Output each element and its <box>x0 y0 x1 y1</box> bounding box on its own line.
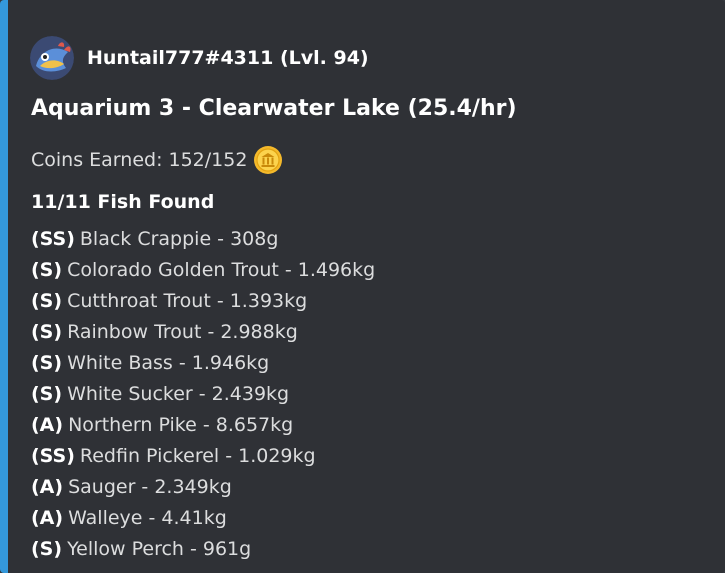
fish-entry: Sauger - 2.349kg <box>68 476 232 498</box>
coins-earned-text: Coins Earned: 152/152 <box>31 149 248 171</box>
fish-grade: (A) <box>31 414 64 436</box>
fish-item: (S) Cutthroat Trout - 1.393kg <box>31 286 375 317</box>
embed-title: Aquarium 3 - Clearwater Lake (25.4/hr) <box>31 96 517 121</box>
fish-entry: White Sucker - 2.439kg <box>67 383 290 405</box>
fish-grade: (A) <box>31 507 64 529</box>
fish-item: (S) Colorado Golden Trout - 1.496kg <box>31 255 375 286</box>
fish-entry: Colorado Golden Trout - 1.496kg <box>67 259 376 281</box>
fish-item: (SS) Black Crappie - 308g <box>31 224 375 255</box>
huntail-avatar-icon[interactable] <box>30 36 74 80</box>
fish-grade: (S) <box>31 321 63 343</box>
fish-entry: Walleye - 4.41kg <box>68 507 227 529</box>
fish-grade: (S) <box>31 352 63 374</box>
fish-item: (S) Yellow Perch - 961g <box>31 534 375 565</box>
embed-accent-bar <box>0 0 8 573</box>
fish-found-header: 11/11 Fish Found <box>31 191 215 213</box>
fish-entry: Yellow Perch - 961g <box>67 538 252 560</box>
coins-earned: Coins Earned: 152/152 <box>31 145 283 175</box>
author-name[interactable]: Huntail777#4311 (Lvl. 94) <box>87 47 369 69</box>
fish-entry: Rainbow Trout - 2.988kg <box>67 321 298 343</box>
fish-item: (S) White Sucker - 2.439kg <box>31 379 375 410</box>
fish-grade: (SS) <box>31 228 75 250</box>
fish-item: (A) Sauger - 2.349kg <box>31 472 375 503</box>
fish-item: (A) Northern Pike - 8.657kg <box>31 410 375 441</box>
fish-item: (S) White Bass - 1.946kg <box>31 348 375 379</box>
embed-author[interactable]: Huntail777#4311 (Lvl. 94) <box>30 36 369 80</box>
discord-embed: Huntail777#4311 (Lvl. 94) Aquarium 3 - C… <box>0 0 725 573</box>
fish-entry: Black Crappie - 308g <box>79 228 279 250</box>
fish-grade: (S) <box>31 538 63 560</box>
fish-grade: (S) <box>31 259 63 281</box>
fish-grade: (A) <box>31 476 64 498</box>
fish-grade: (S) <box>31 290 63 312</box>
fish-item: (S) Rainbow Trout - 2.988kg <box>31 317 375 348</box>
fish-grade: (SS) <box>31 445 75 467</box>
fish-grade: (S) <box>31 383 63 405</box>
gold-coin-icon <box>253 145 283 175</box>
fish-entry: Redfin Pickerel - 1.029kg <box>79 445 316 467</box>
fish-item: (SS) Redfin Pickerel - 1.029kg <box>31 441 375 472</box>
fish-item: (A) Walleye - 4.41kg <box>31 503 375 534</box>
fish-entry: White Bass - 1.946kg <box>67 352 270 374</box>
fish-entry: Cutthroat Trout - 1.393kg <box>67 290 308 312</box>
fish-entry: Northern Pike - 8.657kg <box>68 414 294 436</box>
fish-list: (SS) Black Crappie - 308g (S) Colorado Gol… <box>31 224 375 565</box>
